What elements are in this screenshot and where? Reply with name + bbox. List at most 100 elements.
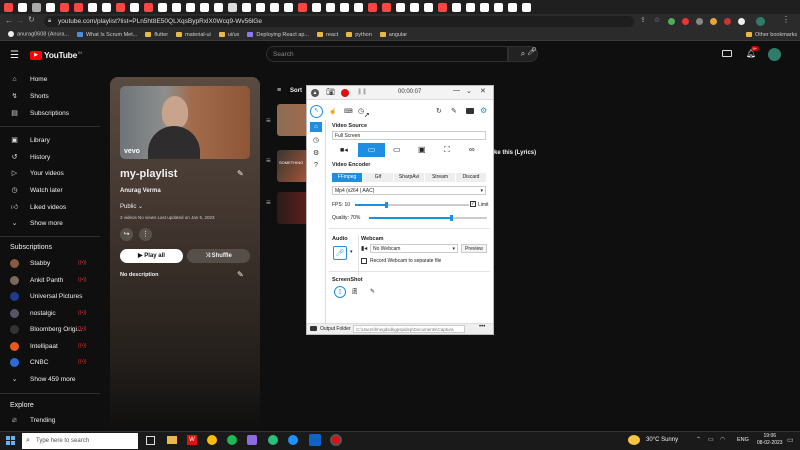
extension-icon[interactable] bbox=[682, 18, 689, 25]
vscode-icon[interactable] bbox=[309, 434, 321, 446]
clock[interactable]: 19:06 08-02-2023 bbox=[757, 433, 783, 447]
playlist-thumbnail[interactable]: vevo bbox=[120, 86, 250, 159]
screen-source-button[interactable]: ▭ bbox=[358, 143, 385, 157]
browser-tab-favicon[interactable] bbox=[130, 2, 139, 12]
extension-icon[interactable] bbox=[668, 18, 675, 25]
browser-tab-favicon[interactable] bbox=[396, 2, 405, 12]
bookmark-folder[interactable]: flutter bbox=[145, 32, 168, 38]
drag-handle-icon[interactable]: ≡ bbox=[266, 156, 271, 165]
quality-slider-thumb[interactable] bbox=[450, 215, 454, 221]
file-explorer-icon[interactable] bbox=[167, 436, 177, 444]
preview-button[interactable]: Preview bbox=[461, 244, 487, 253]
browser-tab-favicon[interactable] bbox=[4, 2, 13, 12]
screenshot-save-to-file-button[interactable]: ▯ bbox=[334, 286, 346, 298]
browser-tab-favicon[interactable] bbox=[354, 2, 363, 12]
browser-tab-favicon[interactable] bbox=[60, 2, 69, 12]
browser-tab-favicon[interactable] bbox=[326, 2, 335, 12]
encoder-tab-ffmpeg[interactable]: FFmpeg bbox=[332, 173, 362, 182]
browser-tab-favicon[interactable] bbox=[508, 2, 517, 12]
bookmark-item[interactable]: anurag0608 (Anura... bbox=[8, 31, 69, 38]
gamepad-source-icon[interactable]: ∞ bbox=[469, 145, 475, 154]
webcam-source-icon[interactable]: ■◂ bbox=[340, 146, 348, 154]
drag-handle-icon[interactable]: ≡ bbox=[266, 116, 271, 125]
app-icon[interactable] bbox=[268, 435, 278, 445]
language-indicator[interactable]: ENG bbox=[737, 437, 749, 443]
audio-dropdown-arrow-icon[interactable]: ▾ bbox=[350, 249, 353, 255]
browser-tab-favicon[interactable] bbox=[270, 2, 279, 12]
collapse-icon[interactable]: ▲ bbox=[311, 89, 319, 97]
browser-tab-favicon[interactable] bbox=[298, 2, 307, 12]
video-source-field[interactable]: Full Screen bbox=[332, 131, 486, 140]
browser-tab-favicon[interactable] bbox=[284, 2, 293, 12]
url-field[interactable]: 🔒︎ youtube.com/playlist?list=PLn5ht8E50Q… bbox=[44, 16, 634, 27]
sidebar-show-more[interactable]: ⌄ Show more bbox=[10, 219, 63, 228]
subscription-item[interactable]: Stabby bbox=[10, 259, 50, 268]
sidebar-item-your-videos[interactable]: ▷ Your videos bbox=[10, 169, 64, 178]
playlist-owner[interactable]: Anurag Verma bbox=[120, 188, 161, 194]
sidebar-item-subscriptions[interactable]: ▤ Subscriptions bbox=[10, 109, 69, 118]
microphone-button[interactable]: 🎤︎ bbox=[333, 246, 347, 260]
encoder-tab-discard[interactable]: Discard bbox=[456, 173, 486, 182]
clipboard-icon[interactable]: 📋︎ bbox=[351, 288, 359, 295]
back-icon[interactable]: ← bbox=[5, 16, 13, 25]
browser-tab-favicon[interactable] bbox=[466, 2, 475, 12]
app-icon[interactable] bbox=[247, 435, 257, 445]
browser-tab-favicon[interactable] bbox=[368, 2, 377, 12]
drag-handle-icon[interactable]: ≡ bbox=[266, 198, 271, 207]
encoder-tab-sharpavi[interactable]: SharpAvi bbox=[394, 173, 424, 182]
browser-tab-favicon[interactable] bbox=[88, 2, 97, 12]
more-options-button[interactable]: ⋮ bbox=[139, 228, 152, 241]
subscription-item[interactable]: CNBC bbox=[10, 358, 48, 367]
show-more-subscriptions[interactable]: ⌄ Show 459 more bbox=[10, 375, 76, 384]
privacy-dropdown[interactable]: Public ⌄ bbox=[120, 203, 143, 210]
share-icon[interactable]: ⇪ bbox=[640, 16, 646, 24]
collapse-chevron-icon[interactable]: ⌄ bbox=[466, 87, 472, 95]
browser-tab-favicon[interactable] bbox=[18, 2, 27, 12]
browser-tab-favicon[interactable] bbox=[242, 2, 251, 12]
reload-icon[interactable]: ↻ bbox=[28, 15, 35, 24]
profile-avatar[interactable] bbox=[756, 17, 765, 26]
youtube-logo[interactable]: ▶ YouTube IN bbox=[30, 50, 82, 60]
folder-icon[interactable] bbox=[310, 326, 317, 331]
encoder-tab-stream[interactable]: Stream bbox=[425, 173, 455, 182]
sidebar-item-history[interactable]: ↺ History bbox=[10, 153, 51, 162]
wifi-icon[interactable]: ◠ bbox=[720, 436, 725, 443]
browser-tab-favicon[interactable] bbox=[158, 2, 167, 12]
brush-icon[interactable]: ✎ bbox=[451, 107, 457, 115]
browser-tab-favicon[interactable] bbox=[410, 2, 419, 12]
sidebar-item-library[interactable]: ▣ Library bbox=[10, 136, 50, 145]
create-video-icon[interactable] bbox=[722, 50, 732, 57]
browser-tab-favicon[interactable] bbox=[382, 2, 391, 12]
help-icon[interactable]: ? bbox=[314, 162, 318, 169]
home-tab[interactable]: ⌂ bbox=[310, 122, 322, 132]
tray-overflow-icon[interactable]: ⌃ bbox=[696, 436, 701, 443]
close-icon[interactable]: ✕ bbox=[480, 87, 486, 95]
weather-text[interactable]: 30°C Sunny bbox=[646, 437, 678, 443]
browser-tab-favicon[interactable] bbox=[186, 2, 195, 12]
browser-tab-favicon[interactable] bbox=[74, 2, 83, 12]
windows-start-icon[interactable] bbox=[6, 436, 15, 445]
browser-tab-favicon[interactable] bbox=[32, 2, 41, 12]
search-input[interactable]: Search bbox=[266, 46, 508, 62]
settings-tab-icon[interactable]: ⚙ bbox=[313, 149, 319, 157]
star-icon[interactable]: ☆ bbox=[654, 16, 660, 24]
pause-icon[interactable]: ❚❚ bbox=[357, 88, 367, 95]
record-button-icon[interactable] bbox=[341, 89, 349, 97]
battery-icon[interactable]: ▭ bbox=[708, 436, 714, 443]
extension-icon[interactable] bbox=[696, 18, 703, 25]
bookmark-item[interactable]: What Is Scrum Met... bbox=[76, 32, 137, 38]
browser-tab-favicon[interactable] bbox=[102, 2, 111, 12]
browser-tab-favicon[interactable] bbox=[494, 2, 503, 12]
spotify-icon[interactable] bbox=[227, 435, 237, 445]
limit-checkbox[interactable]: ✓ bbox=[470, 201, 476, 207]
browser-tab-favicon[interactable] bbox=[452, 2, 461, 12]
mouse-clicks-icon[interactable]: ☝ bbox=[329, 108, 336, 115]
sidebar-item-shorts[interactable]: ↯ Shorts bbox=[10, 92, 49, 101]
bookmark-folder[interactable]: angular bbox=[379, 32, 407, 38]
bookmark-folder[interactable]: python bbox=[346, 32, 372, 38]
monitor-source-icon[interactable]: ▭ bbox=[393, 145, 401, 154]
bookmark-folder[interactable]: ui/ux bbox=[218, 32, 239, 38]
forward-icon[interactable]: → bbox=[16, 16, 24, 25]
browser-tab-favicon[interactable] bbox=[144, 2, 153, 12]
subscription-item[interactable]: Ankit Panth bbox=[10, 276, 63, 285]
